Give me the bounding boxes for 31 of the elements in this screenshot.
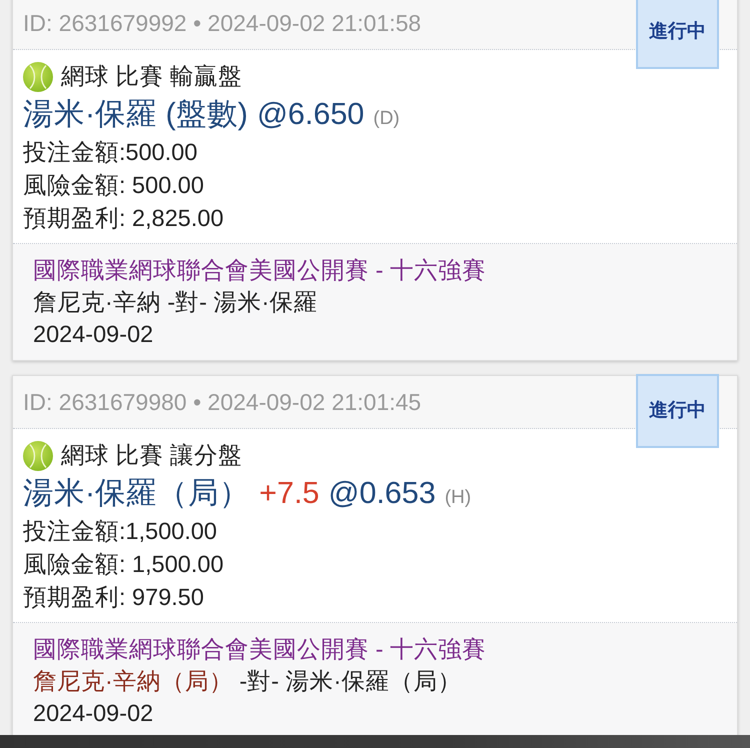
league-name: 國際職業網球聯合會美國公開賽 - 十六強賽 <box>33 257 486 283</box>
league-name: 國際職業網球聯合會美國公開賽 - 十六強賽 <box>33 636 486 662</box>
away-team: 湯米·保羅 <box>214 289 318 315</box>
versus-label: -對- <box>239 668 280 694</box>
versus-label: -對- <box>167 289 208 315</box>
home-team: 詹尼克·辛納 <box>33 289 161 315</box>
odds-value: @6.650 <box>256 96 364 133</box>
bet-id-text: ID: 2631679980 • 2024-09-02 21:01:45 <box>23 388 422 417</box>
match-date: 2024-09-02 <box>33 700 154 726</box>
status-badge: 進行中 <box>636 374 719 448</box>
selection-name: 湯米·保羅 (盤數) <box>23 96 248 133</box>
match-date: 2024-09-02 <box>33 321 154 347</box>
odds-value: @0.653 <box>328 475 436 512</box>
selection-name: 湯米·保羅（局） <box>23 475 250 512</box>
odds-type: (D) <box>373 107 400 131</box>
home-team: 詹尼克·辛納（局） <box>33 668 233 694</box>
away-team: 湯米·保羅（局） <box>286 668 462 694</box>
status-badge: 進行中 <box>636 0 719 69</box>
bet-id-text: ID: 2631679992 • 2024-09-02 21:01:58 <box>23 8 422 38</box>
market-label: 網球 比賽 輸贏盤 <box>61 62 242 92</box>
amount-line: 投注金額:1,500.00 <box>23 517 218 546</box>
tennis-ball-icon <box>23 62 53 92</box>
odds-type: (H) <box>444 486 472 510</box>
handicap-value: +7.5 <box>259 475 320 512</box>
market-label: 網球 比賽 讓分盤 <box>61 441 242 470</box>
amount-line: 預期盈利: 2,825.00 <box>23 204 225 233</box>
amount-line: 風險金額: 1,500.00 <box>23 550 225 579</box>
amount-line: 投注金額:500.00 <box>23 138 198 167</box>
amount-line: 預期盈利: 979.50 <box>23 583 205 612</box>
amount-line: 風險金額: 500.00 <box>23 171 205 200</box>
tennis-ball-icon <box>23 441 53 471</box>
